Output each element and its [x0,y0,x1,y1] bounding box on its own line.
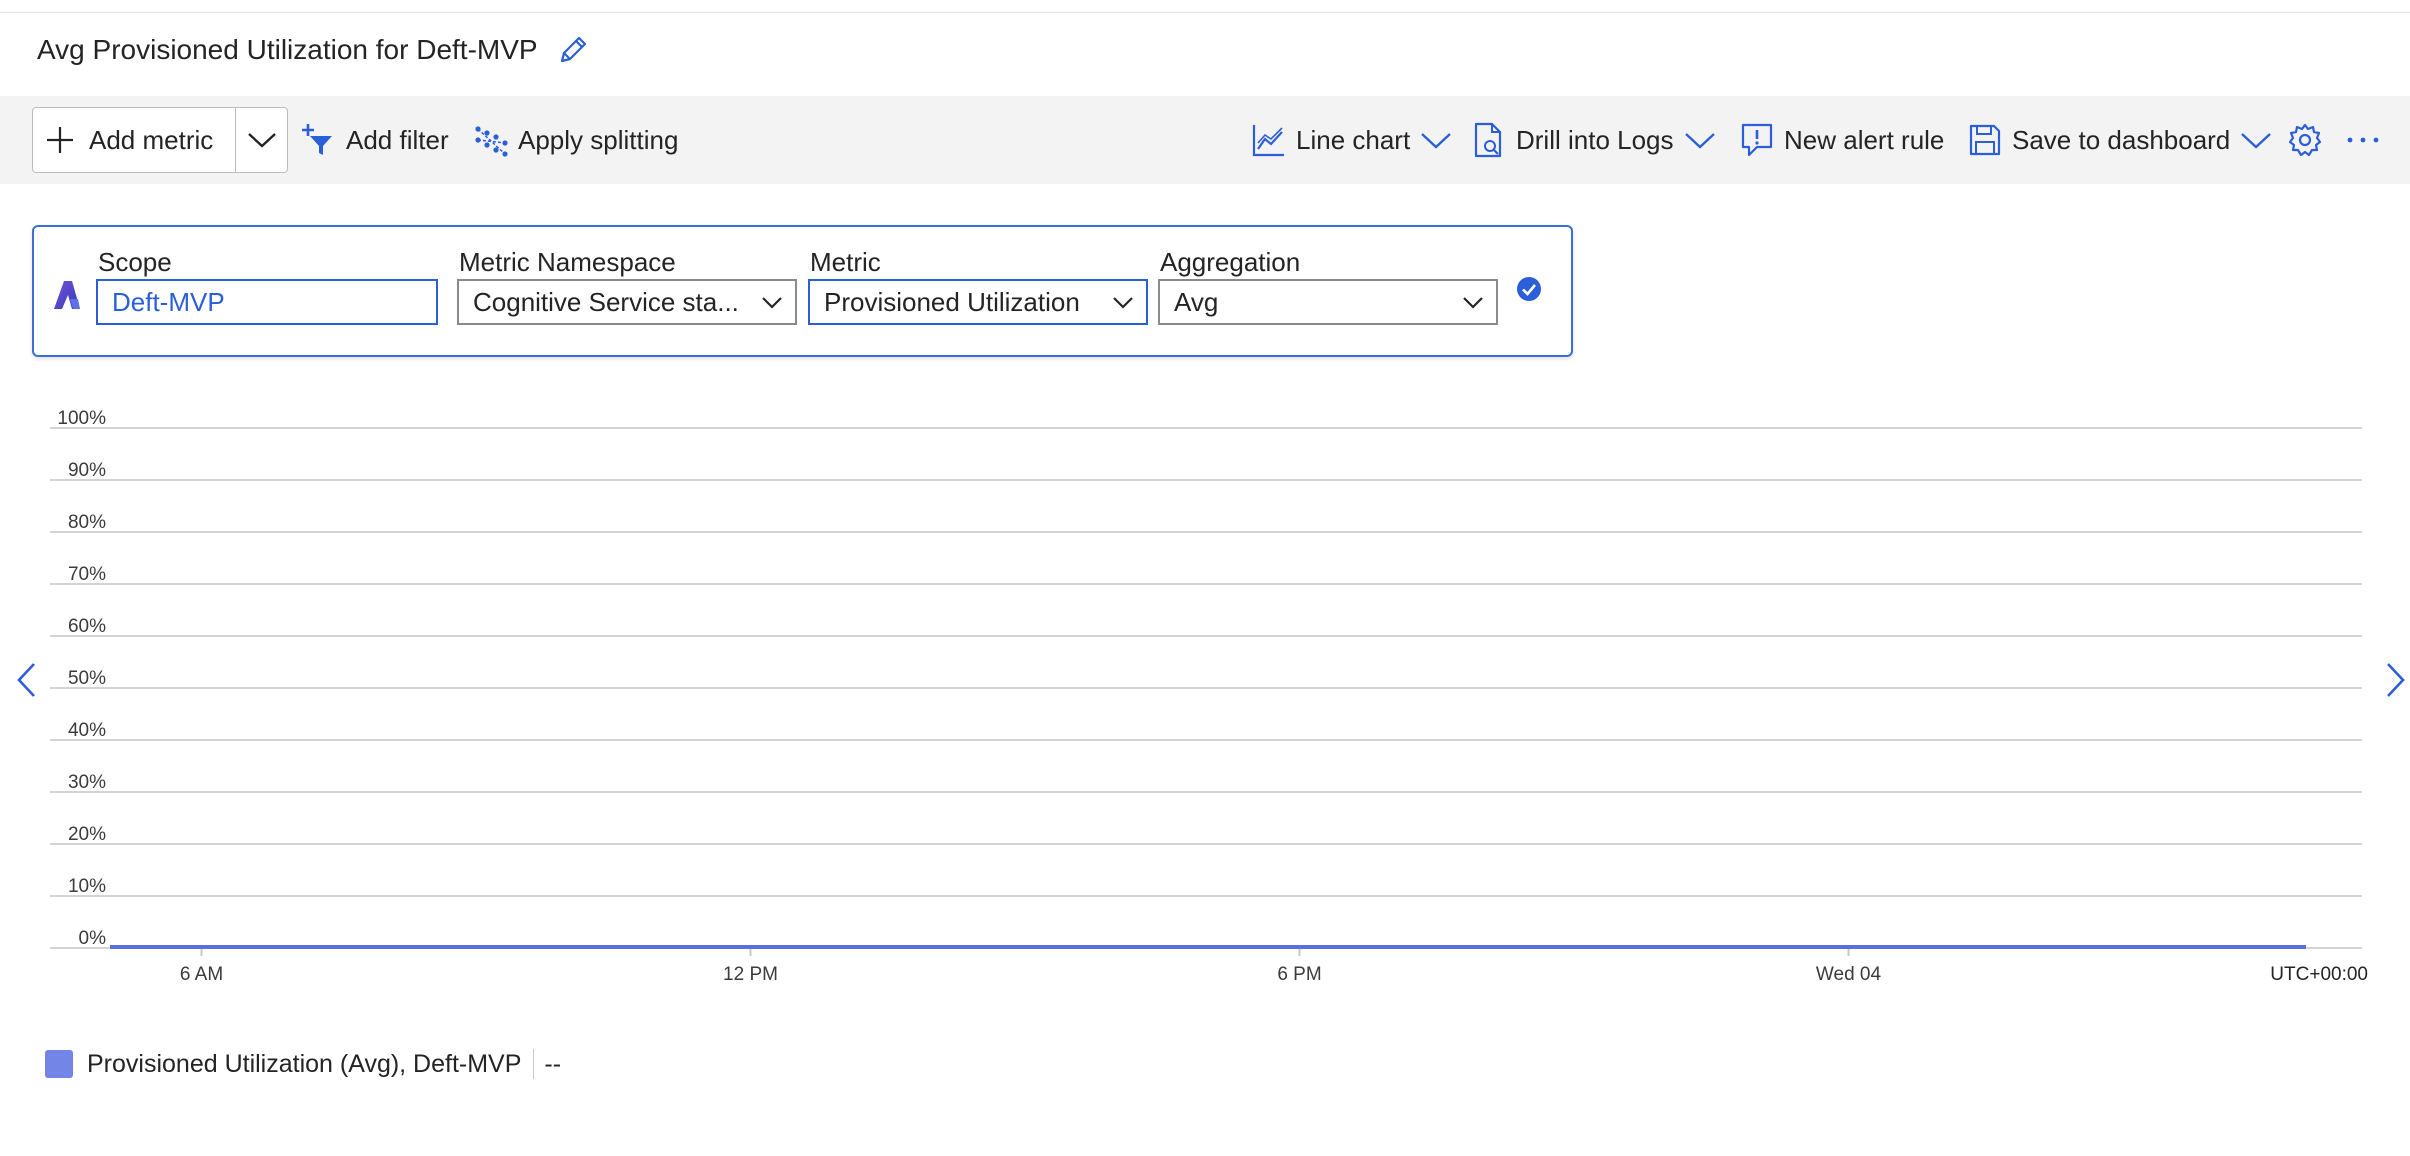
logs-document-icon [1474,122,1502,158]
drill-into-logs-label: Drill into Logs [1516,124,1674,155]
namespace-dropdown[interactable]: Cognitive Service sta... [457,279,797,325]
metric-label: Metric [810,247,881,277]
chevron-down-icon [1463,297,1483,309]
ellipsis-icon [2347,137,2379,143]
line-chart-icon [1252,125,1284,157]
chevron-right-icon[interactable] [2384,660,2408,700]
metric-dropdown[interactable]: Provisioned Utilization [808,279,1148,325]
new-alert-rule-button[interactable]: New alert rule [1740,96,1944,184]
chart-title: Avg Provisioned Utilization for Deft-MVP [37,34,538,65]
scope-value: Deft-MVP [112,286,225,317]
y-tick-label: 80% [68,512,106,533]
y-tick-label: 90% [68,460,106,481]
legend-series-value: -- [544,1049,562,1078]
settings-button[interactable] [2288,96,2322,184]
line-chart-label: Line chart [1296,124,1411,155]
y-tick-label: 100% [57,408,106,429]
add-metric-dropdown-button[interactable] [236,108,287,172]
top-border [0,12,2410,13]
azure-openai-resource-icon [54,281,80,309]
save-to-dashboard-button[interactable]: Save to dashboard [1968,96,2272,184]
metric-value: Provisioned Utilization [824,286,1080,317]
splitting-icon [475,126,508,157]
toolbar: Add metric Add filter Apply splitting Li… [0,96,2410,184]
aggregation-dropdown[interactable]: Avg [1158,279,1498,325]
x-tick-label: 6 AM [180,964,223,985]
line-chart-button[interactable]: Line chart [1252,96,1452,184]
x-tick-label: Wed 04 [1816,964,1882,985]
y-tick-label: 70% [68,564,106,585]
confirm-check-icon[interactable] [1516,276,1542,302]
chevron-down-icon [762,297,782,309]
legend-series-label: Provisioned Utilization (Avg), Deft-MVP [87,1049,522,1078]
legend-divider [533,1049,535,1079]
y-tick-label: 40% [68,720,106,741]
y-axis-labels: 100% 90% 80% 70% 60% 50% 40% 30% 20% 10% 0% [57,408,106,949]
add-metric-split-button: Add metric [32,107,288,173]
chevron-left-icon[interactable] [14,660,38,700]
filter-plus-icon [302,124,332,155]
line-chart: 100% 90% 80% 70% 60% 50% 40% 30% 20% 10% 0% 6 AM 12… [50,408,2368,985]
more-options-button[interactable] [2346,96,2380,184]
title-row: Avg Provisioned Utilization for Deft-MVP [37,28,592,72]
x-axis-labels: 6 AM 12 PM 6 PM Wed 04 UTC+00:00 [180,948,2368,985]
chevron-down-icon [247,133,276,148]
add-metric-label: Add metric [89,124,214,155]
timezone-label: UTC+00:00 [2270,964,2368,985]
chevron-down-icon [1421,133,1452,149]
scope-label: Scope [98,247,172,277]
apply-splitting-button[interactable]: Apply splitting [474,96,678,184]
y-tick-label: 60% [68,616,106,637]
drill-into-logs-button[interactable]: Drill into Logs [1472,96,1716,184]
gridlines [50,427,2362,949]
y-tick-label: 50% [68,668,106,689]
alert-icon [1741,123,1773,157]
y-tick-label: 10% [68,876,106,897]
y-tick-label: 0% [79,928,107,949]
chart-legend[interactable]: Provisioned Utilization (Avg), Deft-MVP … [45,1046,561,1082]
plus-icon [47,127,73,153]
edit-title-button[interactable] [554,31,592,69]
y-tick-label: 30% [68,772,106,793]
namespace-label: Metric Namespace [459,247,676,277]
save-icon [1969,124,2001,156]
y-tick-label: 20% [68,824,106,845]
legend-swatch [45,1050,73,1078]
save-to-dashboard-label: Save to dashboard [2012,124,2231,155]
aggregation-value: Avg [1174,286,1219,317]
x-tick-label: 12 PM [723,964,778,985]
add-filter-button[interactable]: Add filter [300,96,449,184]
new-alert-rule-label: New alert rule [1784,124,1945,155]
add-filter-label: Add filter [346,124,449,155]
namespace-value: Cognitive Service sta... [473,286,739,317]
aggregation-label: Aggregation [1160,247,1301,277]
apply-splitting-label: Apply splitting [518,124,679,155]
chevron-down-icon [2241,133,2272,149]
chart-area: 100% 90% 80% 70% 60% 50% 40% 30% 20% 10% 0% 6 AM 12… [0,390,2410,1010]
metric-selector-card: Scope Deft-MVP Metric Namespace Cognitiv… [32,225,1573,357]
pencil-icon [560,36,586,63]
scope-field[interactable]: Deft-MVP [96,279,438,325]
chevron-down-icon [1684,133,1715,149]
x-tick-label: 6 PM [1277,964,1321,985]
add-metric-button[interactable]: Add metric [33,108,235,172]
chevron-down-icon [1113,297,1133,309]
gear-icon [2288,123,2322,157]
